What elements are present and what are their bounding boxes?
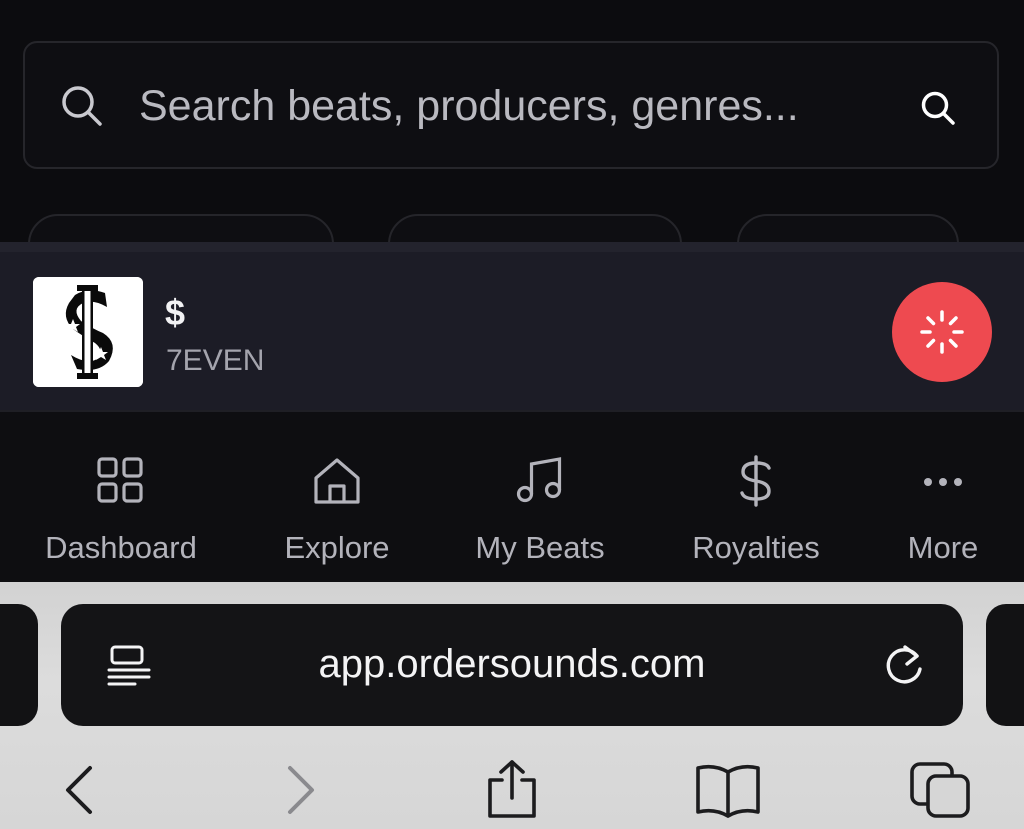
dollar-logo-icon (33, 277, 143, 387)
home-icon (314, 458, 360, 504)
browser-toolbar: app.ordersounds.com (0, 582, 1024, 829)
nav-item-explore[interactable]: Explore (260, 412, 414, 582)
track-cover-art[interactable] (33, 277, 143, 387)
nav-item-more[interactable]: More (888, 412, 998, 582)
track-title[interactable]: $ (165, 292, 185, 334)
back-icon[interactable] (50, 760, 110, 820)
bookmarks-icon[interactable] (694, 760, 762, 820)
reload-icon[interactable] (881, 642, 927, 688)
play-pause-button[interactable] (892, 282, 992, 382)
search-section (0, 0, 1024, 274)
bottom-navigation: Dashboard Explore My Beats Royalties Mor… (0, 410, 1024, 582)
grid-icon (97, 457, 143, 503)
nav-label: My Beats (475, 530, 605, 565)
address-bar[interactable]: app.ordersounds.com (61, 604, 963, 726)
search-submit-icon[interactable] (919, 89, 957, 127)
nav-label: Royalties (692, 530, 820, 565)
search-input[interactable] (137, 73, 881, 139)
search-box[interactable] (23, 41, 999, 169)
share-icon[interactable] (482, 760, 542, 820)
nav-label: Explore (284, 530, 390, 565)
music-note-icon (516, 457, 562, 503)
mini-player[interactable]: $ 7EVEN (0, 242, 1024, 410)
nav-item-royalties[interactable]: Royalties (676, 412, 836, 582)
more-dots-icon (924, 478, 962, 486)
next-tab-preview[interactable] (986, 604, 1024, 726)
previous-tab-preview[interactable] (0, 604, 38, 726)
forward-icon[interactable] (270, 760, 330, 820)
url-text[interactable]: app.ordersounds.com (61, 642, 963, 687)
nav-label: Dashboard (45, 530, 197, 565)
loading-spinner-icon (920, 310, 964, 354)
nav-label: More (907, 530, 979, 565)
nav-item-my-beats[interactable]: My Beats (458, 412, 622, 582)
search-icon (62, 86, 102, 126)
track-artist[interactable]: 7EVEN (166, 344, 264, 378)
nav-item-dashboard[interactable]: Dashboard (28, 412, 214, 582)
tabs-icon[interactable] (908, 760, 974, 820)
dollar-icon (740, 455, 771, 507)
